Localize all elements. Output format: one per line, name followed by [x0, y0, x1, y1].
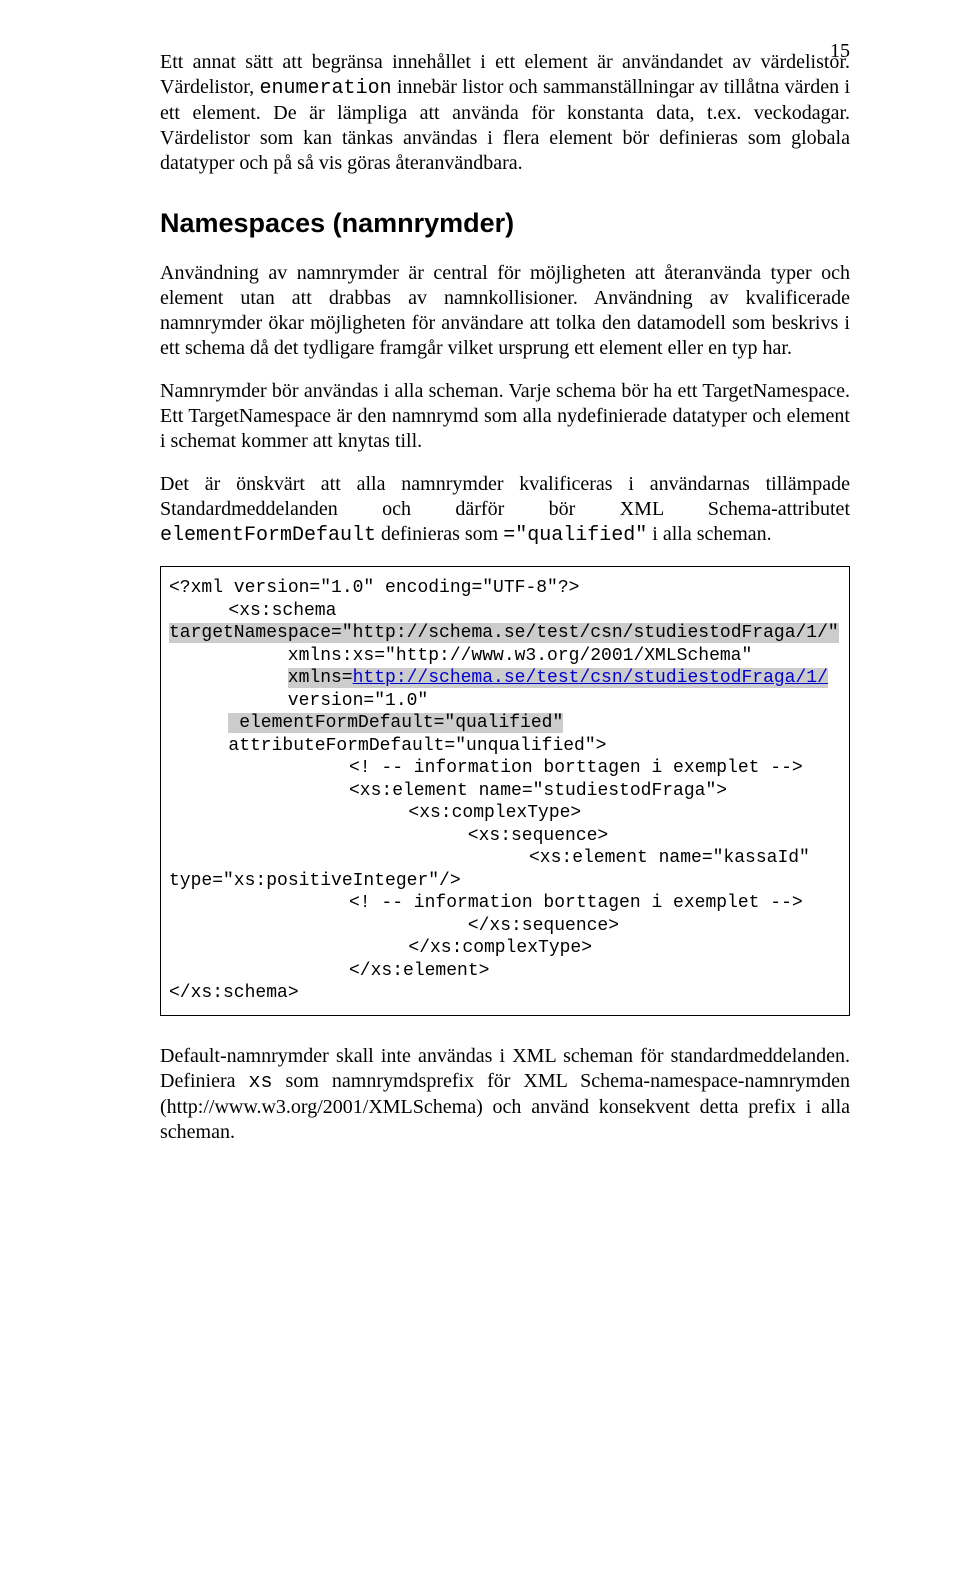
code-line: <?xml version="1.0" encoding="UTF-8"?>: [169, 578, 579, 598]
paragraph: Användning av namnrymder är central för …: [160, 261, 850, 361]
text: xmlns=: [288, 668, 353, 688]
highlighted-code: elementFormDefault="qualified": [228, 713, 563, 733]
text: Det är önskvärt att alla namnrymder kval…: [160, 473, 850, 520]
code-inline: enumeration: [260, 77, 392, 100]
paragraph: Det är önskvärt att alla namnrymder kval…: [160, 472, 850, 548]
intro-paragraph: Ett annat sätt att begränsa innehållet i…: [160, 50, 850, 176]
code-line: <xs:element name="kassaId": [529, 848, 810, 868]
paragraph: Namnrymder bör användas i alla scheman. …: [160, 379, 850, 454]
code-line: xmlns:xs="http://www.w3.org/2001/XMLSche…: [288, 646, 752, 666]
code-inline: xs: [249, 1071, 273, 1094]
page-number: 15: [830, 40, 850, 63]
code-line: <! -- information borttagen i exemplet -…: [349, 893, 803, 913]
code-line: </xs:sequence>: [468, 916, 619, 936]
section-heading: Namespaces (namnrymder): [160, 208, 850, 239]
paragraph: Default-namnrymder skall inte användas i…: [160, 1044, 850, 1145]
highlighted-code: targetNamespace="http://schema.se/test/c…: [169, 623, 839, 643]
code-inline: ="qualified": [503, 524, 647, 547]
code-line: type="xs:positiveInteger"/>: [169, 871, 461, 891]
code-line: <xs:schema: [228, 601, 336, 621]
highlighted-code: xmlns=http://schema.se/test/csn/studiest…: [288, 668, 828, 688]
code-line: <xs:complexType>: [408, 803, 581, 823]
code-line: <xs:element name="studiestodFraga">: [349, 781, 727, 801]
code-inline: elementFormDefault: [160, 524, 376, 547]
code-line: <! -- information borttagen i exemplet -…: [349, 758, 803, 778]
document-page: 15 Ett annat sätt att begränsa innehålle…: [0, 0, 960, 1581]
code-line: </xs:element>: [349, 961, 489, 981]
text: elementFormDefault="qualified": [239, 713, 563, 733]
code-line: </xs:complexType>: [408, 938, 592, 958]
code-line: version="1.0": [288, 691, 428, 711]
code-line: </xs:schema>: [169, 983, 299, 1003]
code-line: attributeFormDefault="unqualified">: [228, 736, 606, 756]
code-line: <xs:sequence>: [468, 826, 608, 846]
code-block: <?xml version="1.0" encoding="UTF-8"?> <…: [160, 566, 850, 1016]
text: definieras som: [376, 523, 503, 545]
url-link[interactable]: http://schema.se/test/csn/studiestodFrag…: [353, 668, 828, 688]
text: i alla scheman.: [647, 523, 771, 545]
